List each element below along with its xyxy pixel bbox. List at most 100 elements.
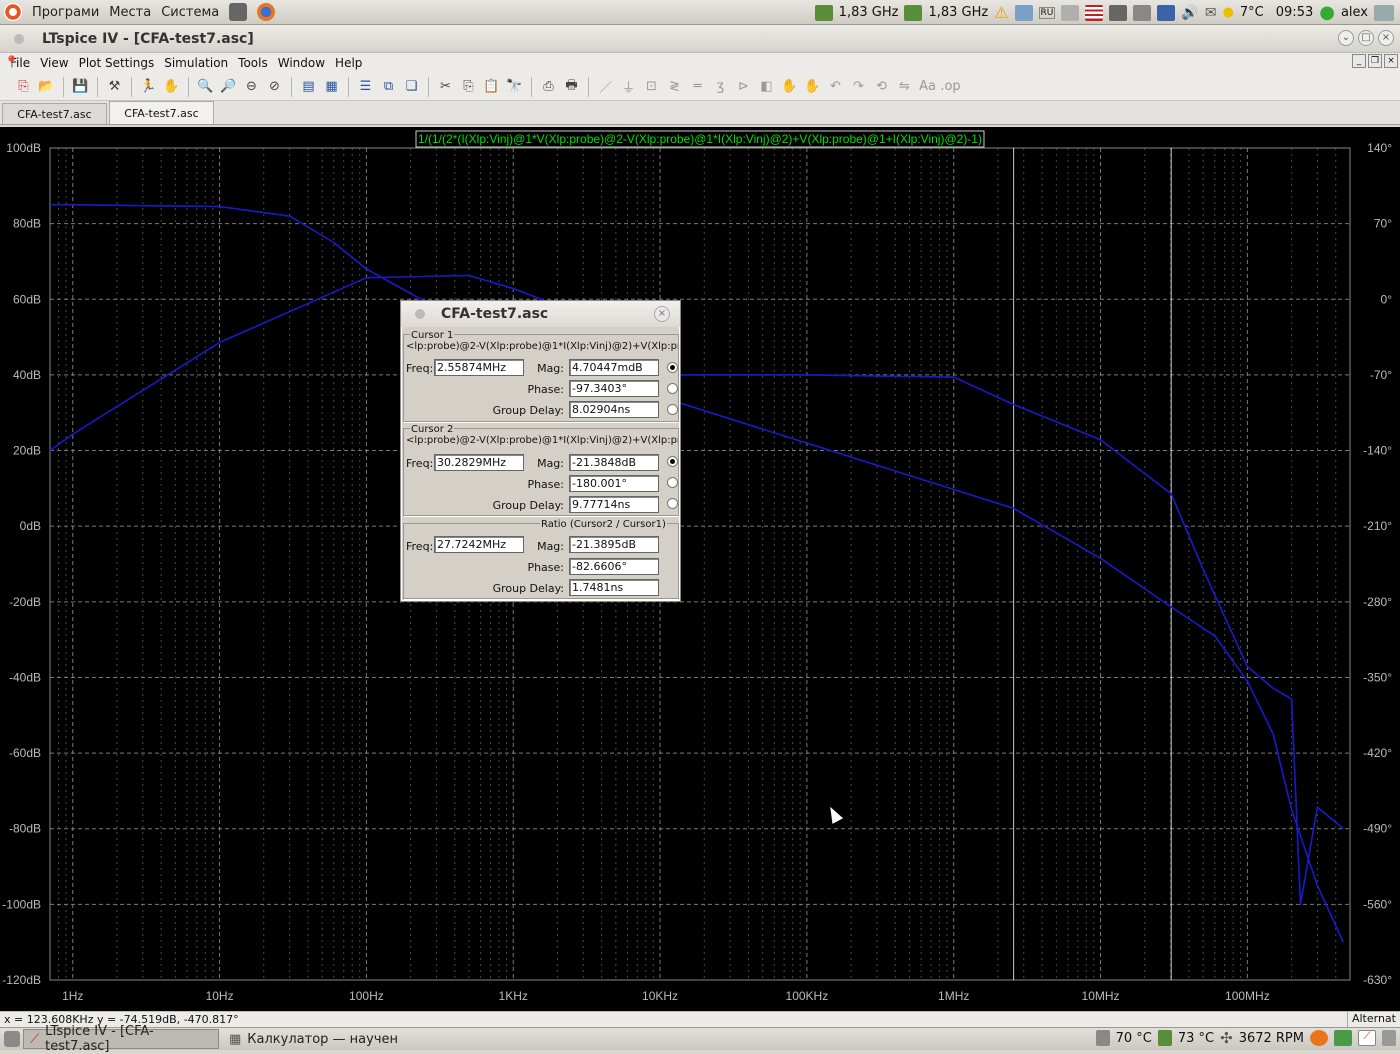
ratio-freq-field[interactable]: 27.7242MHz: [434, 536, 524, 553]
tile-horizontal-icon[interactable]: ☰: [356, 77, 375, 96]
cpu-freq-icon[interactable]: [814, 4, 833, 21]
cursor1-mag-field[interactable]: 4.70447mdB: [569, 359, 659, 376]
spreadsheet-tray-icon[interactable]: [1334, 1030, 1352, 1046]
copy-icon[interactable]: ⎘: [459, 77, 478, 96]
save-icon[interactable]: 💾: [71, 77, 90, 96]
cursor2-group-delay-field[interactable]: 9.77714ns: [569, 496, 659, 513]
menu-window[interactable]: Window: [278, 56, 325, 70]
maximize-button[interactable]: □: [1358, 30, 1374, 46]
control-panel-icon[interactable]: ⚒: [105, 77, 124, 96]
cursor1-phase-field[interactable]: -97.3403°: [569, 380, 659, 397]
ratio-phase-field[interactable]: -82.6606°: [569, 558, 659, 575]
cpu-freq-icon-2[interactable]: [904, 4, 923, 21]
disk-temp-icon[interactable]: [1095, 1030, 1110, 1046]
keyboard-layout[interactable]: RU: [1038, 6, 1056, 19]
dialog-close-button[interactable]: ×: [654, 306, 670, 322]
system-menu[interactable]: Система: [161, 5, 219, 20]
minimize-button[interactable]: ⌄: [1338, 30, 1354, 46]
cursor1-phase-radio[interactable]: [667, 383, 678, 394]
ratio-group-delay-field[interactable]: 1.7481ns: [569, 579, 659, 596]
dialog-header[interactable]: CFA-test7.asc ×: [401, 301, 680, 327]
cursor2-phase-field[interactable]: -180.001°: [569, 475, 659, 492]
move-icon[interactable]: ✋: [780, 77, 799, 96]
spice-directive-icon[interactable]: .op: [940, 77, 960, 96]
user-status-icon[interactable]: ●: [1319, 2, 1335, 23]
task-calculator[interactable]: ▦ Калкулатор — научен: [222, 1029, 418, 1049]
cursor2-freq-field[interactable]: 30.2829MHz: [434, 454, 524, 471]
clipboard-icon[interactable]: [1133, 4, 1152, 21]
undo-icon[interactable]: ↶: [826, 77, 845, 96]
envelope-icon[interactable]: ✉: [1205, 5, 1217, 21]
ratio-mag-field[interactable]: -21.3895dB: [569, 536, 659, 553]
resistor-icon[interactable]: ≷: [665, 77, 684, 96]
menu-view[interactable]: View: [40, 56, 68, 70]
cursor1-freq-field[interactable]: 2.55874MHz: [434, 359, 524, 376]
mirror-icon[interactable]: ⇋: [895, 77, 914, 96]
capacitor-icon[interactable]: ═: [688, 77, 707, 96]
pan-icon[interactable]: 🔎: [219, 77, 238, 96]
cursor2-mag-field[interactable]: -21.3848dB: [569, 454, 659, 471]
ltspice-tray-icon[interactable]: ⟋: [1358, 1030, 1376, 1046]
cursor2-phase-radio[interactable]: [667, 477, 678, 488]
menu-tools[interactable]: Tools: [238, 56, 268, 70]
print-icon[interactable]: 🖶: [562, 77, 581, 96]
cursor1-mag-radio[interactable]: [667, 362, 678, 373]
new-schematic-icon[interactable]: ⎘: [14, 77, 33, 96]
waveform-plot[interactable]: 100dB 140° 80dB 70° 60dB 0° 40dB -70° 20dB -140° 0…: [0, 127, 1400, 1011]
close-button[interactable]: ×: [1378, 30, 1394, 46]
network-icon[interactable]: [1014, 4, 1033, 21]
firefox-tray-icon[interactable]: [1310, 1030, 1328, 1046]
cursor2-mag-radio[interactable]: [667, 456, 678, 467]
calculator-launcher-icon[interactable]: [229, 3, 248, 21]
bode-plot[interactable]: 100dB 140° 80dB 70° 60dB 0° 40dB -70° 20dB -140° 0…: [0, 127, 1400, 1011]
zoom-cancel-icon[interactable]: ⊘: [265, 77, 284, 96]
mail-icon[interactable]: [1061, 4, 1080, 21]
zoom-out-icon[interactable]: ⊖: [242, 77, 261, 96]
tools-icon[interactable]: [1109, 4, 1128, 21]
firefox-launcher-icon[interactable]: [257, 3, 276, 21]
tile-vertical-icon[interactable]: ⧉: [379, 77, 398, 96]
cursor1-group-delay-field[interactable]: 8.02904ns: [569, 401, 659, 418]
mdi-close-button[interactable]: ×: [1384, 54, 1398, 68]
text-icon[interactable]: Aa: [918, 77, 937, 96]
tab-schematic[interactable]: CFA-test7.asc: [2, 103, 107, 124]
find-icon[interactable]: 🔭: [505, 77, 524, 96]
cascade-icon[interactable]: ❏: [402, 77, 421, 96]
user-name[interactable]: alex: [1341, 5, 1368, 20]
us-flag-icon[interactable]: [1085, 4, 1104, 21]
run-icon[interactable]: 🏃: [139, 77, 158, 96]
inductor-icon[interactable]: ʒ: [711, 77, 730, 96]
mdi-minimize-button[interactable]: _: [1352, 54, 1366, 68]
menu-help[interactable]: Help: [335, 56, 362, 70]
wire-icon[interactable]: ／: [596, 77, 615, 96]
autorange-icon[interactable]: ▤: [299, 77, 318, 96]
ubuntu-logo-icon[interactable]: [4, 3, 22, 21]
component-icon[interactable]: ◧: [757, 77, 776, 96]
zoom-in-icon[interactable]: 🔍: [196, 77, 215, 96]
mdi-restore-button[interactable]: ❐: [1368, 54, 1382, 68]
cursor1-group-delay-radio[interactable]: [667, 404, 678, 415]
places-menu[interactable]: Места: [109, 5, 151, 20]
print-setup-icon[interactable]: ⎙: [539, 77, 558, 96]
menu-simulation[interactable]: Simulation: [164, 56, 228, 70]
zoom-extents-icon[interactable]: ▦: [322, 77, 341, 96]
rotate-icon[interactable]: ⟲: [872, 77, 891, 96]
trash-icon[interactable]: [1382, 1030, 1396, 1046]
window-menu-icon[interactable]: [14, 34, 24, 44]
menu-plot-settings[interactable]: Plot Settings: [79, 56, 155, 70]
volume-icon[interactable]: 🔊: [1181, 5, 1198, 21]
redo-icon[interactable]: ↷: [849, 77, 868, 96]
cpu-temp-icon[interactable]: [1157, 1030, 1172, 1046]
label-net-icon[interactable]: ⊡: [642, 77, 661, 96]
bluetooth-icon[interactable]: [1157, 4, 1176, 21]
open-icon[interactable]: 📂: [37, 77, 56, 96]
halt-icon[interactable]: ✋: [162, 77, 181, 96]
ltspice-app-icon[interactable]: 📍: [4, 55, 19, 69]
cursor2-group-delay-radio[interactable]: [667, 498, 678, 509]
applications-menu[interactable]: Програми: [32, 5, 99, 20]
session-icon[interactable]: [1374, 4, 1394, 21]
tab-waveform[interactable]: CFA-test7.asc: [109, 101, 214, 124]
diode-icon[interactable]: ⊳: [734, 77, 753, 96]
warning-icon[interactable]: ⚠: [994, 3, 1008, 22]
ground-icon[interactable]: ⏚: [619, 77, 638, 96]
